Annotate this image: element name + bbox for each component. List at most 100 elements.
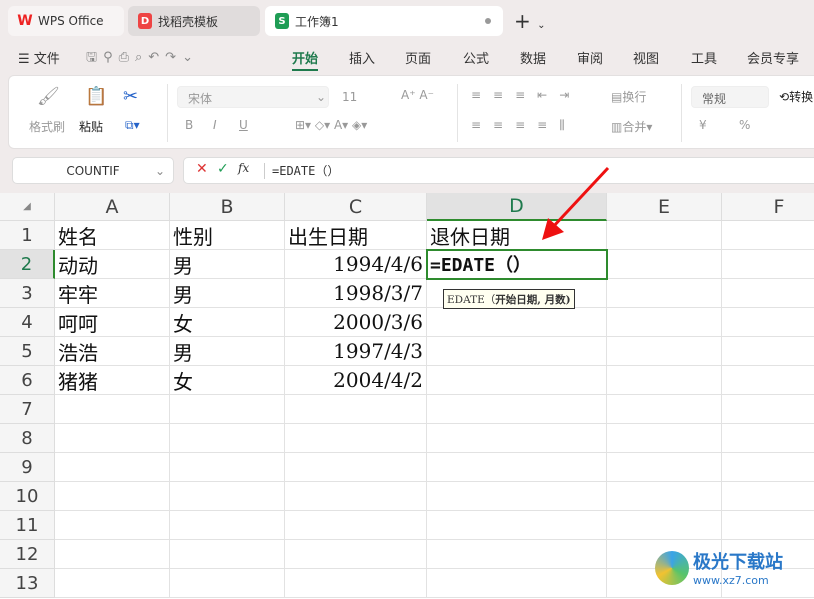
menu-tab-view[interactable]: 视图 xyxy=(633,48,659,67)
cell-F9[interactable] xyxy=(722,453,814,482)
formula-input[interactable]: =EDATE（） xyxy=(272,162,339,179)
align-icons-2[interactable]: ≡≡≡≡⫼ xyxy=(471,118,577,133)
font-select[interactable]: 宋体 ⌄ 11 xyxy=(177,86,357,108)
row-header-5[interactable]: 5 xyxy=(0,337,55,366)
wrap-button[interactable]: ▤换行 xyxy=(611,88,646,105)
confirm-icon[interactable]: ✓ xyxy=(217,161,229,177)
cell-C9[interactable] xyxy=(285,453,427,482)
cell-E1[interactable] xyxy=(607,221,722,250)
menu-tab-tools[interactable]: 工具 xyxy=(691,48,717,67)
row-header-7[interactable]: 7 xyxy=(0,395,55,424)
name-box[interactable]: COUNTIF ⌄ xyxy=(12,157,174,184)
convert-button[interactable]: ⟲转换 xyxy=(779,88,813,105)
paste-button[interactable]: 粘贴 xyxy=(79,118,103,135)
cut-icon[interactable]: ✂ xyxy=(123,86,138,107)
cell-B13[interactable] xyxy=(170,569,285,598)
cell-B4[interactable]: 女 xyxy=(170,308,285,337)
cell-A10[interactable] xyxy=(55,482,170,511)
cell-D12[interactable] xyxy=(427,540,607,569)
cell-D5[interactable] xyxy=(427,337,607,366)
row-header-8[interactable]: 8 xyxy=(0,424,55,453)
cell-D4[interactable] xyxy=(427,308,607,337)
cell-D11[interactable] xyxy=(427,511,607,540)
cell-A3[interactable]: 牢牢 xyxy=(55,279,170,308)
cell-A2[interactable]: 动动 xyxy=(55,250,170,279)
cell-C10[interactable] xyxy=(285,482,427,511)
cell-D10[interactable] xyxy=(427,482,607,511)
cell-F6[interactable] xyxy=(722,366,814,395)
row-header-6[interactable]: 6 xyxy=(0,366,55,395)
cell-A7[interactable] xyxy=(55,395,170,424)
cell-F7[interactable] xyxy=(722,395,814,424)
merge-button[interactable]: ▥合并▾ xyxy=(611,118,652,135)
tab-docer[interactable]: D 找稻壳模板 xyxy=(128,6,260,36)
row-header-2[interactable]: 2 xyxy=(0,250,55,279)
cell-E7[interactable] xyxy=(607,395,722,424)
currency-button[interactable]: ¥ xyxy=(699,118,707,132)
cell-D8[interactable] xyxy=(427,424,607,453)
bold-button[interactable]: B xyxy=(185,118,193,132)
cell-B9[interactable] xyxy=(170,453,285,482)
row-header-4[interactable]: 4 xyxy=(0,308,55,337)
cell-B7[interactable] xyxy=(170,395,285,424)
menu-tab-insert[interactable]: 插入 xyxy=(349,48,375,67)
cell-A4[interactable]: 呵呵 xyxy=(55,308,170,337)
row-header-3[interactable]: 3 xyxy=(0,279,55,308)
quick-access-toolbar[interactable]: 🖫⚲⎙⌕↶↷⌄ xyxy=(86,48,199,70)
format-painter-icon[interactable]: 🖌 xyxy=(37,86,60,107)
cell-B10[interactable] xyxy=(170,482,285,511)
column-header-B[interactable]: B xyxy=(170,193,285,221)
formula-bar[interactable]: ✕ ✓ fx =EDATE（） xyxy=(183,157,814,184)
row-header-12[interactable]: 12 xyxy=(0,540,55,569)
cancel-icon[interactable]: ✕ xyxy=(196,161,208,177)
copy-icon[interactable]: ⧉▾ xyxy=(125,118,140,133)
menu-tab-data[interactable]: 数据 xyxy=(520,48,546,67)
cell-F4[interactable] xyxy=(722,308,814,337)
cell-E8[interactable] xyxy=(607,424,722,453)
cell-A5[interactable]: 浩浩 xyxy=(55,337,170,366)
cell-C3[interactable]: 1998/3/7 xyxy=(285,279,427,308)
number-format-select[interactable]: 常规 xyxy=(691,86,769,108)
row-header-9[interactable]: 9 xyxy=(0,453,55,482)
cell-C4[interactable]: 2000/3/6 xyxy=(285,308,427,337)
cell-A9[interactable] xyxy=(55,453,170,482)
row-header-1[interactable]: 1 xyxy=(0,221,55,250)
cell-D9[interactable] xyxy=(427,453,607,482)
cell-C6[interactable]: 2004/4/2 xyxy=(285,366,427,395)
cell-C2[interactable]: 1994/4/6 xyxy=(285,250,427,279)
cell-C7[interactable] xyxy=(285,395,427,424)
cell-E4[interactable] xyxy=(607,308,722,337)
cell-C5[interactable]: 1997/4/3 xyxy=(285,337,427,366)
menu-tab-member[interactable]: 会员专享 xyxy=(747,48,799,67)
active-cell-D2[interactable] xyxy=(426,249,608,280)
column-header-E[interactable]: E xyxy=(607,193,722,221)
cell-C8[interactable] xyxy=(285,424,427,453)
select-all-corner[interactable]: ◢ xyxy=(0,193,55,221)
cell-E6[interactable] xyxy=(607,366,722,395)
cell-B8[interactable] xyxy=(170,424,285,453)
cell-E10[interactable] xyxy=(607,482,722,511)
cell-A12[interactable] xyxy=(55,540,170,569)
row-header-11[interactable]: 11 xyxy=(0,511,55,540)
cell-C13[interactable] xyxy=(285,569,427,598)
paste-icon[interactable]: 📋 xyxy=(85,86,107,107)
cell-E9[interactable] xyxy=(607,453,722,482)
cell-B2[interactable]: 男 xyxy=(170,250,285,279)
menu-tab-formula[interactable]: 公式 xyxy=(463,48,489,67)
menu-tab-home[interactable]: 开始 xyxy=(292,48,319,71)
cell-F2[interactable] xyxy=(722,250,814,279)
tab-workbook[interactable]: S 工作簿1 xyxy=(265,6,503,36)
fx-icon[interactable]: fx xyxy=(238,161,249,175)
cell-D7[interactable] xyxy=(427,395,607,424)
column-header-A[interactable]: A xyxy=(55,193,170,221)
underline-button[interactable]: U xyxy=(239,118,248,132)
cell-F11[interactable] xyxy=(722,511,814,540)
cell-A8[interactable] xyxy=(55,424,170,453)
cell-F1[interactable] xyxy=(722,221,814,250)
format-painter-button[interactable]: 格式刷 xyxy=(29,118,65,135)
cell-E11[interactable] xyxy=(607,511,722,540)
menu-tab-page[interactable]: 页面 xyxy=(405,48,431,67)
row-header-13[interactable]: 13 xyxy=(0,569,55,598)
cell-F5[interactable] xyxy=(722,337,814,366)
new-tab-button[interactable]: + ⌄ xyxy=(514,9,546,33)
